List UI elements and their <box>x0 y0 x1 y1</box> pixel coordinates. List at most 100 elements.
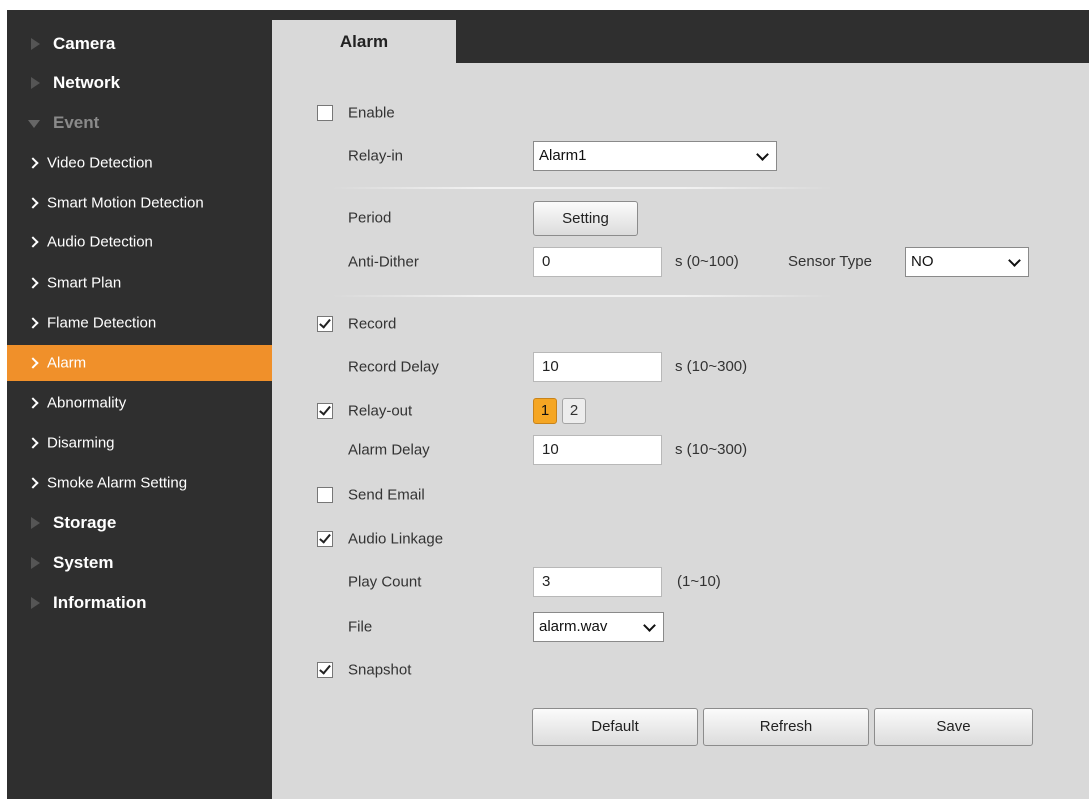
sidebar-item-disarming[interactable]: Disarming <box>7 425 272 461</box>
sidebar-item-label: Alarm <box>47 354 87 372</box>
sidebar-item-camera[interactable]: Camera <box>7 26 272 62</box>
snapshot-row: Snapshot <box>272 655 672 685</box>
chevron-down-icon <box>1008 254 1021 267</box>
chevron-right-icon <box>27 357 39 369</box>
save-button[interactable]: Save <box>874 708 1033 746</box>
alarm-delay-row: Alarm Delay 10 s (10~300) <box>272 435 872 465</box>
sensor-type-value: NO <box>911 253 934 270</box>
sidebar-item-information[interactable]: Information <box>7 585 272 621</box>
relay-out-channel-1[interactable]: 1 <box>533 398 557 424</box>
sensor-type-select[interactable]: NO <box>905 247 1029 277</box>
relay-in-value: Alarm1 <box>539 147 587 164</box>
anti-dither-row: Anti-Dither 0 s (0~100) Sensor Type NO <box>272 247 1062 277</box>
sidebar-item-alarm[interactable]: Alarm <box>7 345 272 381</box>
relay-out-checkbox[interactable] <box>317 403 333 419</box>
chevron-right-icon <box>27 437 39 449</box>
relay-in-select[interactable]: Alarm1 <box>533 141 777 171</box>
audio-linkage-checkbox[interactable] <box>317 531 333 547</box>
refresh-button[interactable]: Refresh <box>703 708 869 746</box>
record-delay-input[interactable]: 10 <box>533 352 662 382</box>
sidebar-item-smart-plan[interactable]: Smart Plan <box>7 265 272 301</box>
anti-dither-unit: s (0~100) <box>675 253 739 270</box>
sidebar-item-smart-motion-detection[interactable]: Smart Motion Detection <box>7 185 272 221</box>
sidebar-item-label: Information <box>53 593 147 612</box>
audio-linkage-row: Audio Linkage <box>272 524 672 554</box>
triangle-right-icon <box>31 597 40 609</box>
sidebar-item-storage[interactable]: Storage <box>7 505 272 541</box>
record-delay-label: Record Delay <box>348 358 439 376</box>
snapshot-checkbox[interactable] <box>317 662 333 678</box>
triangle-right-icon <box>31 517 40 529</box>
chevron-right-icon <box>27 236 39 248</box>
file-row: File alarm.wav <box>272 612 872 642</box>
sidebar-item-label: Smart Motion Detection <box>47 194 204 212</box>
relay-out-channel-2[interactable]: 2 <box>562 398 586 424</box>
enable-row: Enable <box>272 98 672 128</box>
sidebar-item-label: Abnormality <box>47 394 127 412</box>
default-button[interactable]: Default <box>532 708 698 746</box>
sidebar-item-label: Disarming <box>47 434 115 452</box>
anti-dither-label: Anti-Dither <box>348 253 419 271</box>
chevron-right-icon <box>27 317 39 329</box>
send-email-label: Send Email <box>348 486 425 504</box>
sidebar-item-label: Camera <box>53 34 116 53</box>
alarm-delay-label: Alarm Delay <box>348 441 430 459</box>
play-count-label: Play Count <box>348 573 422 591</box>
sidebar: Camera Network Event Video Detection Sma… <box>7 10 272 799</box>
period-setting-button[interactable]: Setting <box>533 201 638 236</box>
sidebar-item-label: Storage <box>53 513 117 532</box>
sidebar-item-flame-detection[interactable]: Flame Detection <box>7 305 272 341</box>
send-email-checkbox[interactable] <box>317 487 333 503</box>
sidebar-item-label: System <box>53 553 114 572</box>
record-delay-row: Record Delay 10 s (10~300) <box>272 352 872 382</box>
chevron-right-icon <box>27 397 39 409</box>
sidebar-item-smoke-alarm-setting[interactable]: Smoke Alarm Setting <box>7 465 272 501</box>
enable-label: Enable <box>348 104 395 122</box>
sidebar-item-label: Smart Plan <box>47 274 122 292</box>
relay-out-row: Relay-out 1 2 <box>272 396 872 426</box>
alarm-delay-input[interactable]: 10 <box>533 435 662 465</box>
enable-checkbox[interactable] <box>317 105 333 121</box>
tab-bar: Alarm <box>272 10 1089 63</box>
chevron-down-icon <box>756 148 769 161</box>
divider <box>332 295 832 297</box>
file-select[interactable]: alarm.wav <box>533 612 664 642</box>
period-row: Period Setting <box>272 201 872 236</box>
file-label: File <box>348 618 373 636</box>
relay-in-row: Relay-in Alarm1 <box>272 141 872 171</box>
sidebar-item-abnormality[interactable]: Abnormality <box>7 385 272 421</box>
sidebar-item-system[interactable]: System <box>7 545 272 581</box>
chevron-right-icon <box>27 477 39 489</box>
triangle-right-icon <box>31 77 40 89</box>
sidebar-item-label: Event <box>53 113 100 132</box>
chevron-right-icon <box>27 157 39 169</box>
sidebar-item-event[interactable]: Event <box>7 105 272 141</box>
file-value: alarm.wav <box>539 618 608 635</box>
send-email-row: Send Email <box>272 480 672 510</box>
tab-alarm[interactable]: Alarm <box>272 20 456 63</box>
anti-dither-input[interactable]: 0 <box>533 247 662 277</box>
sidebar-item-label: Video Detection <box>47 154 153 172</box>
sidebar-item-audio-detection[interactable]: Audio Detection <box>7 224 272 260</box>
period-label: Period <box>348 209 392 227</box>
triangle-right-icon <box>31 38 40 50</box>
chevron-right-icon <box>27 277 39 289</box>
record-checkbox[interactable] <box>317 316 333 332</box>
sidebar-item-label: Network <box>53 73 121 92</box>
snapshot-label: Snapshot <box>348 661 412 679</box>
play-count-row: Play Count 3 (1~10) <box>272 567 872 597</box>
play-count-unit: (1~10) <box>677 573 721 590</box>
play-count-input[interactable]: 3 <box>533 567 662 597</box>
relay-in-label: Relay-in <box>348 147 404 165</box>
sidebar-item-label: Audio Detection <box>47 233 153 251</box>
sidebar-item-network[interactable]: Network <box>7 65 272 101</box>
divider <box>332 187 832 189</box>
record-delay-unit: s (10~300) <box>675 358 748 375</box>
sidebar-item-label: Smoke Alarm Setting <box>47 474 188 492</box>
triangle-down-icon <box>28 120 40 128</box>
triangle-right-icon <box>31 557 40 569</box>
chevron-right-icon <box>27 197 39 209</box>
sidebar-item-video-detection[interactable]: Video Detection <box>7 145 272 181</box>
alarm-delay-unit: s (10~300) <box>675 441 748 458</box>
sensor-type-label: Sensor Type <box>788 253 872 270</box>
